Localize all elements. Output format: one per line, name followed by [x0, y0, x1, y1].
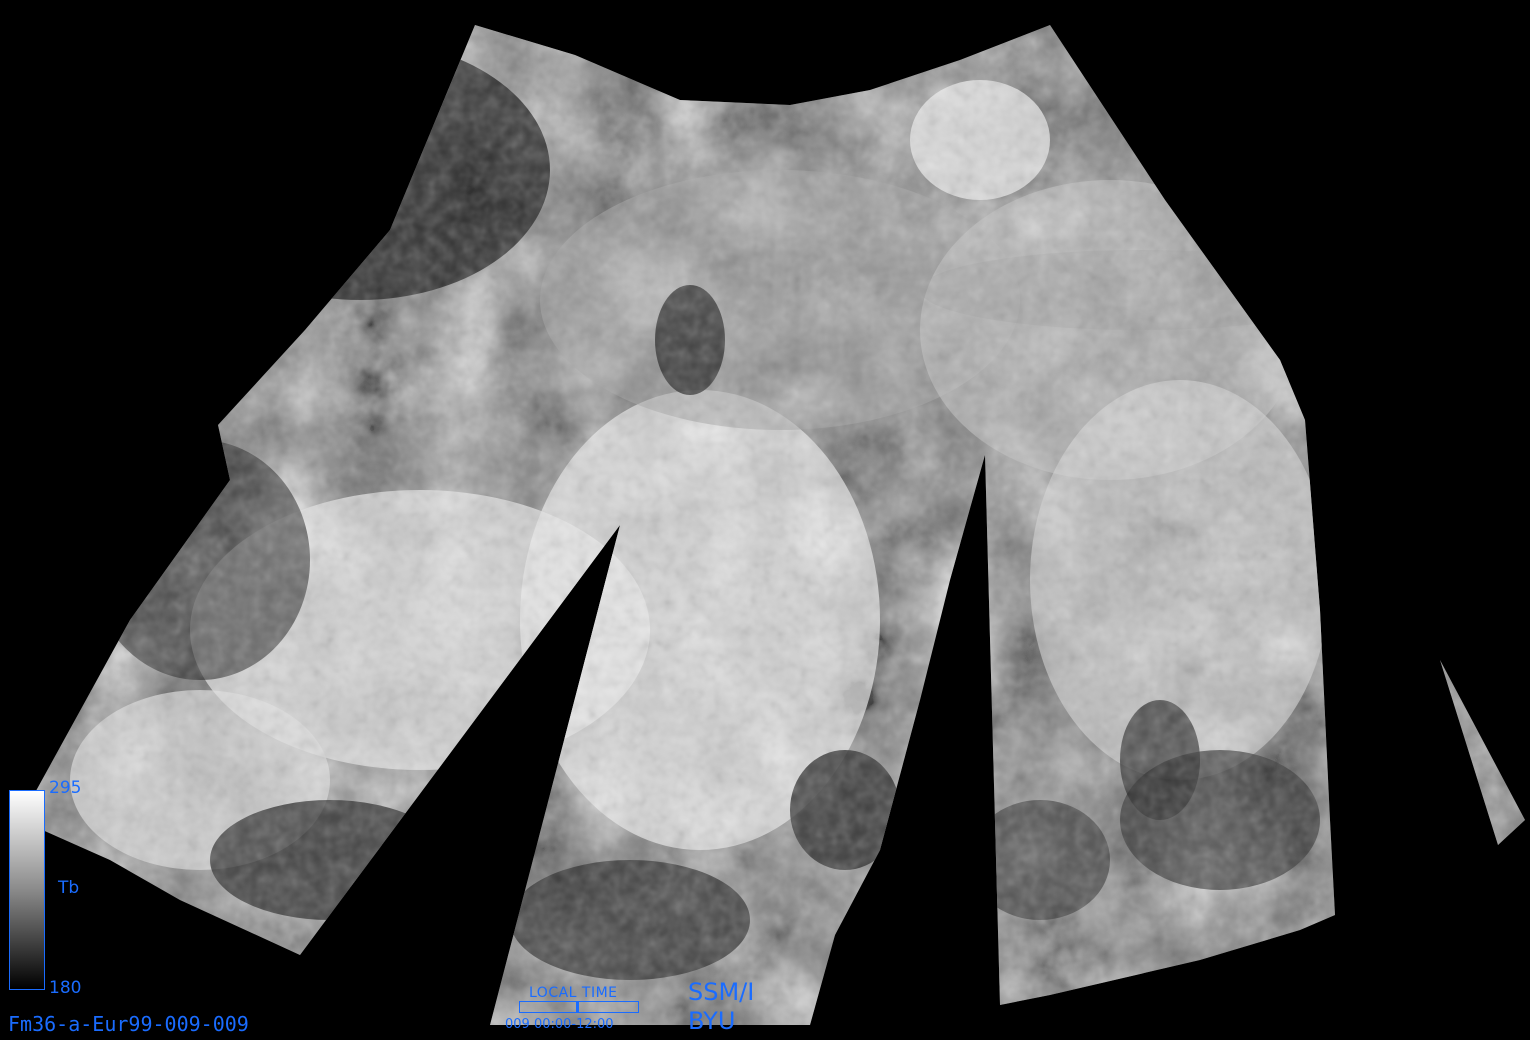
- colorbar-min-label: 180: [49, 978, 82, 998]
- sensor-label: SSM/I: [688, 978, 755, 1006]
- organization-label: BYU: [688, 1007, 736, 1035]
- local-time-bar: [519, 1001, 639, 1013]
- colorbar: [9, 790, 45, 990]
- image-id-label: Fm36-a-Eur99-009-009: [8, 1012, 249, 1036]
- colorbar-max-label: 295: [49, 778, 82, 798]
- local-time-title: LOCAL TIME: [529, 985, 618, 1001]
- local-time-range: 009 00:00-12:00: [505, 1017, 614, 1032]
- satellite-image: [0, 0, 1530, 1040]
- local-time-bar-fill: [520, 1002, 579, 1012]
- colorbar-title: Tb: [58, 878, 80, 898]
